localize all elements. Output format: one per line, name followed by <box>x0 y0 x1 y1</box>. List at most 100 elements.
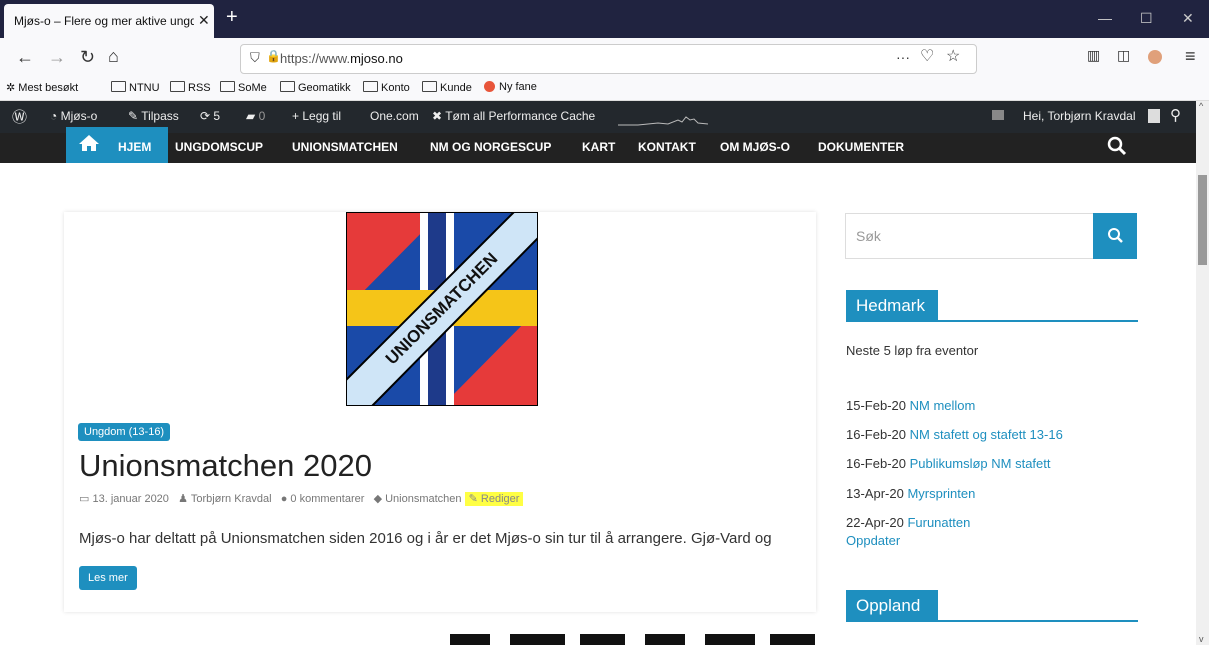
bookmark-kunde[interactable]: Kunde <box>422 81 472 94</box>
event-link[interactable]: NM stafett og stafett 13-16 <box>910 427 1063 442</box>
read-more-button[interactable]: Les mer <box>79 566 137 590</box>
event-link[interactable]: NM mellom <box>910 398 976 413</box>
post-title[interactable]: Unionsmatchen 2020 <box>79 448 372 484</box>
wp-admin-bar <box>0 101 1198 133</box>
widget-divider <box>846 620 1138 622</box>
minimize-icon[interactable]: — <box>1098 10 1112 26</box>
wordpress-icon[interactable]: Ⓦ <box>12 106 27 127</box>
bookmark-ntnu[interactable]: NTNU <box>111 81 160 94</box>
event-item: 22-Apr-20 Furunatten <box>846 515 970 530</box>
search-button[interactable] <box>1093 213 1137 259</box>
search-placeholder: Søk <box>856 228 881 244</box>
admin-new-link[interactable]: + Legg til <box>292 109 341 123</box>
lock-icon[interactable]: 🔒 <box>266 49 281 63</box>
bookmark-label: Ny fane <box>499 81 537 93</box>
menu-item-kontakt[interactable]: KONTAKT <box>638 140 696 154</box>
event-link[interactable]: Myrsprinten <box>907 486 975 501</box>
updates-icon: ⟳ <box>200 109 211 123</box>
page-actions-icon[interactable]: ··· <box>896 49 910 65</box>
cache-icon: ✖ <box>432 109 443 123</box>
bookmark-label: SoMe <box>238 82 267 94</box>
menu-item-dokumenter[interactable]: DOKUMENTER <box>818 140 904 154</box>
sidebar-search-input[interactable] <box>845 213 1095 259</box>
reload-icon[interactable]: ↻ <box>80 47 95 68</box>
admin-site-link[interactable]: ◔ Mjøs-o <box>50 109 97 123</box>
admin-cache-link[interactable]: ✖ Tøm all Performance Cache <box>432 109 595 123</box>
folder-icon <box>422 81 437 92</box>
bookmark-ny-fane[interactable]: Ny fane <box>484 81 537 93</box>
post-comments[interactable]: 0 kommentarer <box>290 493 364 505</box>
gear-icon: ✲ <box>6 82 16 94</box>
firefox-icon <box>484 81 495 92</box>
category-badge[interactable]: Ungdom (13-16) <box>78 423 171 441</box>
browser-tab[interactable]: Mjøs-o – Flere og mer aktive ungdom ✕ <box>4 4 214 38</box>
tab-close-icon[interactable]: ✕ <box>198 12 210 29</box>
scroll-up-icon[interactable]: ^ <box>1199 101 1203 111</box>
post-date[interactable]: 13. januar 2020 <box>92 493 168 505</box>
bookmark-konto[interactable]: Konto <box>363 81 410 94</box>
admin-avatar[interactable] <box>1148 109 1160 123</box>
admin-search-icon[interactable]: ⚲ <box>1170 106 1181 124</box>
account-avatar-icon[interactable] <box>1148 50 1162 64</box>
bookmark-label: Mest besøkt <box>18 82 79 94</box>
shield-icon[interactable]: ⛉ <box>250 50 260 66</box>
dashboard-icon: ◔ <box>50 109 58 123</box>
stats-sparkline-icon <box>618 116 708 126</box>
bookmark-some[interactable]: SoMe <box>220 81 267 94</box>
menu-item-ungdomscup[interactable]: UNGDOMSCUP <box>175 140 263 154</box>
update-link[interactable]: Oppdater <box>846 533 900 548</box>
notification-icon[interactable] <box>992 110 1004 120</box>
bookmark-star-icon[interactable]: ☆ <box>946 46 960 66</box>
admin-customize-link[interactable]: ✎ Tilpass <box>128 109 179 123</box>
plus-icon: + <box>292 109 300 123</box>
url-text[interactable]: https://www.mjoso.no <box>280 51 403 66</box>
bookmark-rss[interactable]: RSS <box>170 81 211 94</box>
sidebar-icon[interactable]: ◫ <box>1117 47 1130 64</box>
new-tab-icon[interactable]: + <box>226 6 238 29</box>
maximize-icon[interactable]: ☐ <box>1140 10 1153 27</box>
home-icon[interactable]: ⌂ <box>108 46 119 67</box>
event-link[interactable]: Publikumsløp NM stafett <box>910 456 1051 471</box>
event-item: 13-Apr-20 Myrsprinten <box>846 486 975 501</box>
brush-icon: ✎ <box>128 109 139 123</box>
admin-comments-count: 0 <box>258 109 266 123</box>
menu-icon[interactable]: ≡ <box>1185 46 1196 67</box>
scrollbar-thumb[interactable] <box>1198 175 1207 265</box>
event-date: 15-Feb-20 <box>846 398 906 413</box>
event-item: 16-Feb-20 Publikumsløp NM stafett <box>846 456 1050 471</box>
pocket-icon[interactable]: ♡ <box>920 46 934 66</box>
menu-item-kart[interactable]: KART <box>582 140 615 154</box>
bookmark-mest-besokt[interactable]: ✲ Mest besøkt <box>6 81 78 94</box>
post-meta: ▭ 13. januar 2020 ♟ Torbjørn Kravdal ● 0… <box>79 492 524 506</box>
menu-item-unionsmatchen[interactable]: UNIONSMATCHEN <box>292 140 398 154</box>
url-prefix: https://www. <box>280 51 351 66</box>
folder-icon <box>280 81 295 92</box>
folder-icon <box>111 81 126 92</box>
bookmark-geomatikk[interactable]: Geomatikk <box>280 81 351 94</box>
back-icon[interactable]: ← <box>16 47 34 68</box>
comment-icon: ● <box>280 493 288 505</box>
admin-account-link[interactable]: Hei, Torbjørn Kravdal <box>1023 109 1136 123</box>
scroll-down-icon[interactable]: v <box>1199 634 1204 644</box>
post-author[interactable]: Torbjørn Kravdal <box>191 493 272 505</box>
folder-icon <box>170 81 185 92</box>
post-tag[interactable]: Unionsmatchen <box>385 493 461 505</box>
menu-item-om-mjos-o[interactable]: OM MJØS-O <box>720 140 790 154</box>
unionsmatchen-logo-image[interactable]: UNIONSMATCHEN <box>346 212 538 406</box>
event-item: 16-Feb-20 NM stafett og stafett 13-16 <box>846 427 1063 442</box>
admin-comments-link[interactable]: ▰ 0 <box>246 109 265 123</box>
edit-link[interactable]: ✎ Rediger <box>464 492 524 506</box>
library-icon[interactable]: ▥ <box>1087 47 1100 64</box>
forward-icon[interactable]: → <box>48 47 66 68</box>
admin-onecom-link[interactable]: One.com <box>370 109 419 123</box>
menu-item-nm-og-norgescup[interactable]: NM OG NORGESCUP <box>430 140 551 154</box>
widget-title-oppland: Oppland <box>846 590 938 622</box>
admin-updates-link[interactable]: ⟳ 5 <box>200 109 220 123</box>
event-link[interactable]: Furunatten <box>907 515 970 530</box>
close-window-icon[interactable]: ✕ <box>1182 10 1194 27</box>
menu-item-hjem[interactable]: HJEM <box>118 140 151 154</box>
bookmark-label: Konto <box>381 82 410 94</box>
home-icon[interactable] <box>78 134 100 152</box>
admin-new-label: Legg til <box>302 109 342 123</box>
site-search-icon[interactable] <box>1107 136 1127 156</box>
